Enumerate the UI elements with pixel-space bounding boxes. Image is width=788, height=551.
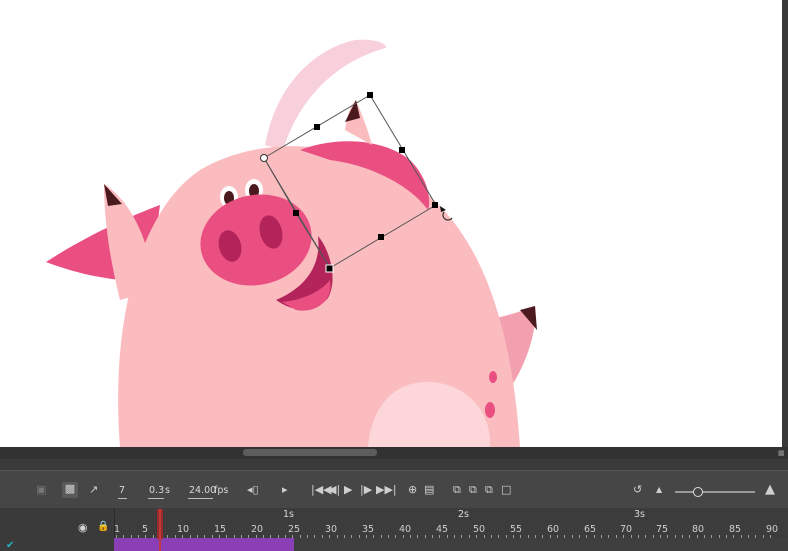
pig-artwork <box>46 39 537 447</box>
elapsed-time-underline <box>148 498 164 499</box>
step-forward-icon[interactable]: |▶ <box>360 483 372 497</box>
transform-handle[interactable] <box>378 234 384 240</box>
frame-number: 15 <box>214 524 227 535</box>
transform-handle[interactable] <box>432 202 438 208</box>
stage-horizontal-scrollbar[interactable] <box>0 447 788 459</box>
zoom-slider-icon[interactable] <box>675 491 755 493</box>
transform-handle[interactable] <box>325 264 334 273</box>
frame-number: 85 <box>729 524 742 535</box>
frame-number: 50 <box>473 524 486 535</box>
lock-icon[interactable]: 🔒 <box>97 521 109 532</box>
eye-icon[interactable]: ◉ <box>78 521 88 534</box>
loop-icon[interactable]: ⊕ <box>408 483 417 497</box>
layer-type-icon: ✔ <box>6 540 15 551</box>
frame-number: 65 <box>584 524 597 535</box>
frame-number: 75 <box>656 524 669 535</box>
zoom-slider-handle[interactable] <box>693 487 703 497</box>
play-icon[interactable]: ▶ <box>344 483 352 497</box>
edit-multiple-frames-icon[interactable]: ⧉ <box>453 483 461 497</box>
frame-number: 70 <box>620 524 633 535</box>
frame-rate-unit: fps <box>214 485 229 496</box>
second-marker: 1s <box>283 509 294 520</box>
stage-right-edge <box>782 0 788 447</box>
panel-collapse-icon[interactable]: ▦ <box>778 449 786 457</box>
frame-number: 90 <box>766 524 779 535</box>
current-frame-value[interactable]: 7 <box>119 485 125 497</box>
frame-number: 45 <box>436 524 449 535</box>
elapsed-time-value[interactable]: 0.3 <box>149 485 164 497</box>
second-marker: 2s <box>458 509 469 520</box>
panel-divider[interactable] <box>0 459 788 470</box>
transform-handle[interactable] <box>399 147 405 153</box>
pig-right-ear <box>345 100 372 145</box>
elapsed-time-unit: s <box>165 485 170 496</box>
frame-number: 40 <box>399 524 412 535</box>
frame-rate-underline <box>188 498 213 499</box>
pig-spot <box>489 371 497 383</box>
frame-number: 25 <box>288 524 301 535</box>
stage-canvas[interactable] <box>0 0 782 447</box>
frame-number: 5 <box>142 524 149 535</box>
frame-number: 1 <box>114 524 121 535</box>
frame-rate-value[interactable]: 24.00 <box>189 485 216 497</box>
frame-tween-icon[interactable]: □ <box>501 483 511 497</box>
zoom-out-icon[interactable]: ▲ <box>656 483 662 497</box>
undo-icon[interactable]: ↺ <box>633 483 642 497</box>
camera-icon[interactable]: ▣ <box>36 483 46 497</box>
zoom-in-icon[interactable]: ▲ <box>765 483 775 497</box>
step-icon[interactable]: ▸ <box>282 483 288 497</box>
timeline-toolbar: ▣ ▩ ↗ 7 0.3 s 24.00 fps ◂▯ ▸ |◀◀ ◀| ▶ |▶… <box>0 470 788 509</box>
layer-hierarchy-icon[interactable]: ▩ <box>62 482 78 498</box>
transform-pivot-point[interactable] <box>260 154 268 162</box>
graph-icon[interactable]: ↗ <box>89 483 98 497</box>
frame-number: 35 <box>362 524 375 535</box>
transform-handle[interactable] <box>367 92 373 98</box>
playhead-line <box>159 509 161 551</box>
current-frame-underline <box>118 498 127 499</box>
transform-handle[interactable] <box>314 124 320 130</box>
pig-spot <box>485 402 495 418</box>
layer-frame-span[interactable] <box>114 538 294 551</box>
center-frame-icon[interactable]: ◂▯ <box>247 483 259 497</box>
onion-skin-icon[interactable]: ▤ <box>424 483 434 497</box>
frame-number: 10 <box>177 524 190 535</box>
frame-number: 60 <box>547 524 560 535</box>
frame-number: 20 <box>251 524 264 535</box>
paste-frames-icon[interactable]: ⧉ <box>469 483 477 497</box>
second-marker: 3s <box>634 509 645 520</box>
go-to-last-frame-icon[interactable]: ▶▶| <box>376 483 397 497</box>
frame-number: 55 <box>510 524 523 535</box>
scrollbar-thumb[interactable] <box>243 449 377 456</box>
frame-number: 30 <box>325 524 338 535</box>
cursor-arrow-icon <box>440 206 446 212</box>
transform-handle[interactable] <box>293 210 299 216</box>
frame-number: 80 <box>692 524 705 535</box>
step-back-icon[interactable]: ◀| <box>328 483 340 497</box>
copy-frames-icon[interactable]: ⧉ <box>485 483 493 497</box>
